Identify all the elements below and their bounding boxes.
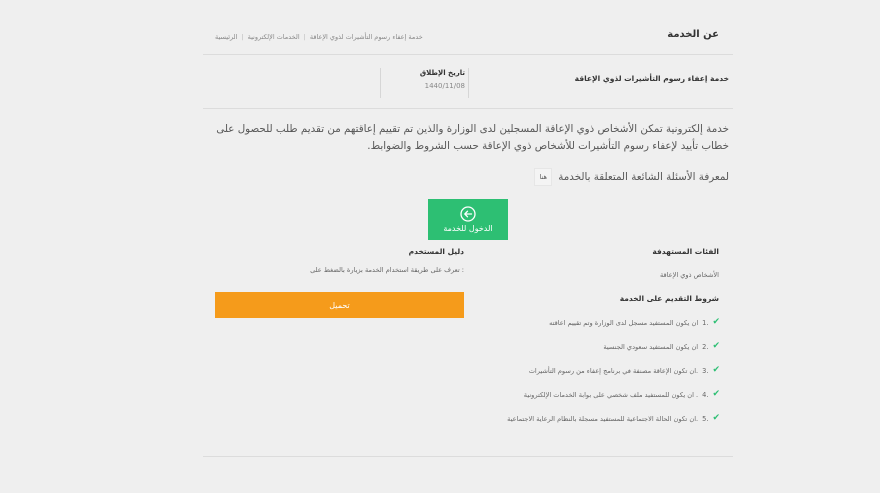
arrow-left-circle-icon [460,206,476,222]
divider [203,108,733,109]
check-icon: ✔ [712,317,720,327]
condition-number: 4. [702,390,709,399]
conditions-title: شروط التقديم على الخدمة [619,294,719,303]
condition-text: ان يكون المستفيد مسجل لدى الوزارة وتم تق… [549,318,699,327]
breadcrumb-home[interactable]: الرئيسية [215,33,237,41]
breadcrumb: خدمة إعفاء رسوم التأشيرات لذوي الإعاقة|ا… [215,33,423,41]
target-groups-title: الفئات المستهدفة [652,247,719,256]
enter-service-button[interactable]: الدخول للخدمة [428,199,508,240]
divider [203,456,733,457]
condition-number: 5. [702,414,709,423]
service-page: عن الخدمة خدمة إعفاء رسوم التأشيرات لذوي… [203,0,733,493]
service-description: خدمة إلكترونية تمكن الأشخاص ذوي الإعاقة … [216,123,729,152]
divider [380,68,381,98]
check-icon: ✔ [712,413,720,423]
condition-number: 2. [702,342,709,351]
condition-text: ان يكون المستفيد سعودي الجنسية [603,342,699,351]
breadcrumb-current: خدمة إعفاء رسوم التأشيرات لذوي الإعاقة [309,33,423,41]
condition-text: ان يكون للمستفيد ملف شخصي على بوابة الخد… [523,390,699,399]
check-icon: ✔ [712,341,720,351]
divider [203,54,733,55]
condition-item: ✔ 2. ان يكون المستفيد سعودي الجنسية [603,342,720,351]
page-title: عن الخدمة [667,29,719,40]
condition-number: 3. [702,366,709,375]
condition-item: ✔ 3. ان تكون الإعاقة مصنفة في برنامج إعف… [529,366,720,375]
launch-date-value: 1440/11/08 [424,82,465,90]
breadcrumb-eservices[interactable]: الخدمات الإلكترونية [248,33,300,41]
launch-date-label: تاريخ الإطلاق [419,69,465,77]
faq-row: لمعرفة الأسئلة الشائعة المتعلقة بالخدمة … [534,168,729,186]
faq-text: لمعرفة الأسئلة الشائعة المتعلقة بالخدمة [558,171,729,183]
user-guide-title: دليل المستخدم [408,247,464,256]
target-groups-value: الأشخاص ذوي الإعاقة [659,271,719,279]
condition-text: ان تكون الإعاقة مصنفة في برنامج إعفاء من… [528,366,699,375]
condition-item: ✔ 4. ان يكون للمستفيد ملف شخصي على بوابة… [524,390,720,399]
user-guide-text: تعرف على طريقة استخدام الخدمة بزيارة بال… [310,266,464,274]
condition-item: ✔ 5. ان تكون الحالة الاجتماعية للمستفيد … [507,414,720,423]
condition-item: ✔ 1. ان يكون المستفيد مسجل لدى الوزارة و… [549,318,720,327]
check-icon: ✔ [712,365,720,375]
condition-number: 1. [702,318,709,327]
faq-here-button[interactable]: هنا [534,168,553,186]
download-button[interactable]: تحميل [215,292,464,318]
condition-text: ان تكون الحالة الاجتماعية للمستفيد مسجلة… [507,414,699,423]
check-icon: ✔ [712,389,720,399]
enter-service-label: الدخول للخدمة [443,224,493,233]
service-name: خدمة إعفاء رسوم التأشيرات لذوي الإعاقة [574,74,729,83]
divider [468,68,469,98]
